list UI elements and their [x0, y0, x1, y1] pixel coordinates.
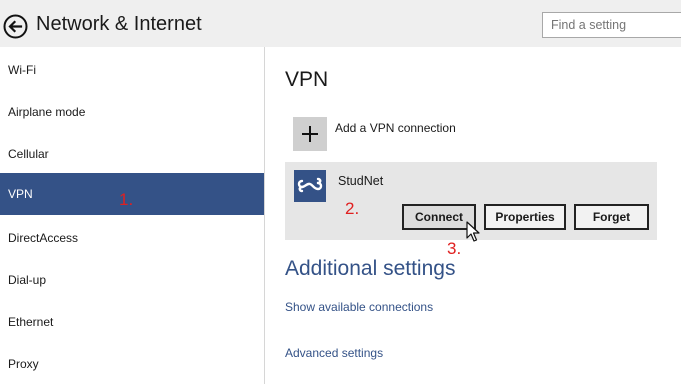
mouse-pointer-icon	[466, 221, 480, 242]
annotation-step-1: 1.	[119, 190, 134, 209]
sidebar-item-ethernet[interactable]: Ethernet	[0, 301, 264, 343]
advanced-settings-link[interactable]: Advanced settings	[285, 346, 383, 360]
vpn-connection-name: StudNet	[338, 174, 384, 188]
page-title: Network & Internet	[36, 13, 202, 35]
header-bar: Network & Internet	[0, 0, 681, 47]
sidebar: Wi-Fi Airplane mode Cellular VPN DirectA…	[0, 47, 265, 384]
show-available-connections-link[interactable]: Show available connections	[285, 300, 433, 314]
plus-icon	[293, 117, 327, 151]
sidebar-item-directaccess[interactable]: DirectAccess	[0, 217, 264, 259]
sidebar-item-proxy[interactable]: Proxy	[0, 343, 264, 385]
sidebar-item-cellular[interactable]: Cellular	[0, 133, 264, 175]
annotation-step-2: 2.	[345, 199, 360, 218]
forget-button[interactable]: Forget	[574, 204, 649, 230]
sidebar-item-wifi[interactable]: Wi-Fi	[0, 49, 264, 91]
back-button[interactable]	[3, 14, 28, 39]
vpn-chain-icon	[297, 177, 323, 193]
add-vpn-label: Add a VPN connection	[335, 121, 456, 135]
sidebar-item-airplane-mode[interactable]: Airplane mode	[0, 91, 264, 133]
back-arrow-icon	[3, 14, 28, 39]
add-vpn-connection-button[interactable]: Add a VPN connection	[293, 117, 493, 152]
section-title-vpn: VPN	[285, 68, 329, 91]
properties-button[interactable]: Properties	[484, 204, 566, 230]
additional-settings-title: Additional settings	[285, 257, 456, 280]
vpn-connection-icon	[294, 170, 326, 202]
search-input[interactable]	[542, 12, 681, 38]
sidebar-item-dial-up[interactable]: Dial-up	[0, 259, 264, 301]
connect-button[interactable]: Connect	[402, 204, 476, 230]
annotation-step-3: 3.	[447, 239, 462, 258]
